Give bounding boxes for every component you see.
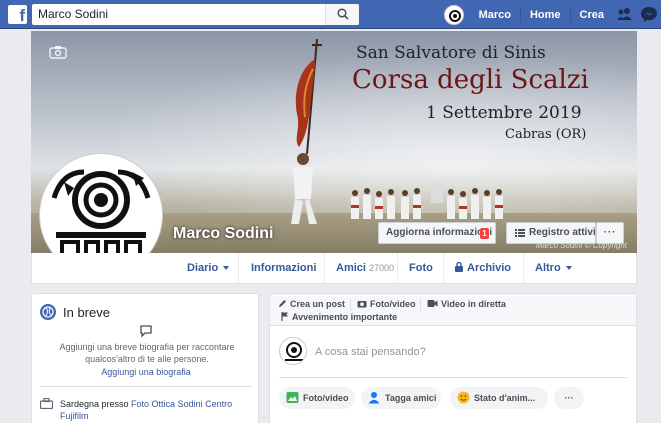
globe-icon: [40, 304, 56, 320]
tab-archivio[interactable]: Archivio: [455, 253, 511, 284]
profile-tabs-bar: Diario Informazioni Amici 27000 Foto Arch…: [31, 253, 637, 284]
search-box: [32, 4, 359, 25]
panel-divider: [40, 386, 252, 387]
feeling-button[interactable]: Stato d'anim...: [450, 387, 548, 409]
composer-divider: [279, 377, 627, 378]
work-prefix: Sardegna presso: [60, 399, 132, 409]
update-info-button[interactable]: Aggiorna informazioni 1: [378, 222, 496, 244]
intro-panel: In breve Aggiungi una breve biografia pe…: [31, 293, 259, 423]
intro-title: In breve: [63, 305, 110, 320]
create-post-tab[interactable]: Crea un post: [278, 299, 345, 309]
tab-diario[interactable]: Diario: [187, 253, 230, 284]
update-info-label: Aggiorna informazioni: [386, 227, 493, 238]
nav-right: Marco Home Crea: [443, 0, 661, 29]
cover-place: Cabras (OR): [505, 127, 587, 142]
notification-badge: 1: [480, 228, 489, 239]
composer-tab-separator: [420, 299, 421, 311]
top-navigation-bar: f Marco Home Crea: [0, 0, 661, 29]
runners-crowd: [351, 183, 503, 219]
composer-tabs: Crea un post Foto/video Video in diretta…: [270, 294, 636, 326]
composer-tab-separator: [350, 299, 351, 311]
add-bio-link[interactable]: Aggiungi una biografia: [32, 367, 260, 377]
activity-log-label: Registro attività: [529, 227, 605, 238]
tab-amici-label: Amici: [336, 262, 366, 274]
photo-video-button[interactable]: Foto/video: [279, 387, 355, 409]
life-event-tab[interactable]: Avvenimento importante: [281, 312, 397, 322]
tab-altro[interactable]: Altro: [535, 253, 572, 284]
friends-count: 27000: [368, 263, 394, 273]
nav-profile-link[interactable]: Marco: [470, 6, 521, 23]
cover-title-line2: Corsa degli Scalzi: [352, 65, 589, 95]
tab-separator: [238, 253, 239, 284]
search-icon: [337, 8, 349, 20]
live-video-tab[interactable]: Video in diretta: [427, 299, 506, 309]
camera-icon: [357, 301, 367, 308]
nav-create-link[interactable]: Crea: [571, 7, 613, 23]
flag-runner-figure: [291, 39, 322, 224]
activity-log-button[interactable]: Registro attività: [506, 222, 605, 244]
camera-icon[interactable]: [49, 45, 67, 59]
tab-archivio-label: Archivio: [467, 262, 512, 274]
smiley-icon: [457, 391, 470, 404]
tab-altro-label: Altro: [535, 262, 561, 274]
live-video-label: Video in diretta: [441, 299, 506, 309]
composer-more-button[interactable]: ···: [554, 387, 584, 409]
video-icon: [427, 300, 438, 307]
work-info: Sardegna presso Foto Ottica Sodini Centr…: [60, 398, 250, 422]
search-input[interactable]: [38, 7, 328, 21]
tag-friend-icon: [368, 392, 380, 404]
speech-bubble-icon: [140, 325, 152, 338]
life-event-label: Avvenimento importante: [292, 312, 398, 322]
tab-separator: [397, 253, 398, 284]
chevron-down-icon: [565, 266, 572, 271]
tab-diario-label: Diario: [187, 262, 219, 274]
cover-more-button[interactable]: ···: [596, 222, 624, 244]
list-icon: [515, 229, 525, 237]
photo-video-tab-label: Foto/video: [370, 299, 416, 309]
photo-video-label: Foto/video: [303, 393, 349, 403]
status-input[interactable]: A cosa stai pensando?: [315, 346, 426, 358]
tab-separator: [523, 253, 524, 284]
lock-icon: [455, 261, 463, 272]
tag-friends-label: Tagga amici: [385, 393, 437, 403]
chevron-down-icon: [223, 266, 230, 271]
friends-icon[interactable]: [613, 0, 637, 29]
briefcase-icon: [40, 398, 53, 409]
flag-icon: [281, 312, 288, 321]
tab-separator: [443, 253, 444, 284]
search-button[interactable]: [325, 4, 359, 25]
photo-icon: [286, 392, 299, 403]
profile-name[interactable]: Marco Sodini: [173, 225, 273, 243]
tab-amici[interactable]: Amici 27000: [336, 253, 394, 284]
nav-home-link[interactable]: Home: [521, 6, 571, 23]
tag-friends-button[interactable]: Tagga amici: [361, 387, 441, 409]
cover-title-line1: San Salvatore di Sinis: [356, 43, 546, 63]
bio-description: Aggiungi una breve biografia per raccont…: [59, 342, 235, 364]
tab-informazioni[interactable]: Informazioni: [251, 253, 316, 284]
cover-date: 1 Settembre 2019: [426, 103, 582, 123]
composer-avatar: [279, 337, 307, 365]
facebook-logo-icon[interactable]: f: [8, 5, 27, 25]
tab-separator: [324, 253, 325, 284]
nav-avatar[interactable]: [443, 4, 464, 25]
create-post-label: Crea un post: [290, 299, 346, 309]
tab-foto[interactable]: Foto: [409, 253, 433, 284]
feeling-label: Stato d'anim...: [474, 393, 536, 403]
post-composer: Crea un post Foto/video Video in diretta…: [269, 293, 637, 423]
messenger-icon[interactable]: [637, 0, 661, 29]
pencil-icon: [279, 300, 286, 307]
photo-video-tab[interactable]: Foto/video: [357, 299, 416, 309]
